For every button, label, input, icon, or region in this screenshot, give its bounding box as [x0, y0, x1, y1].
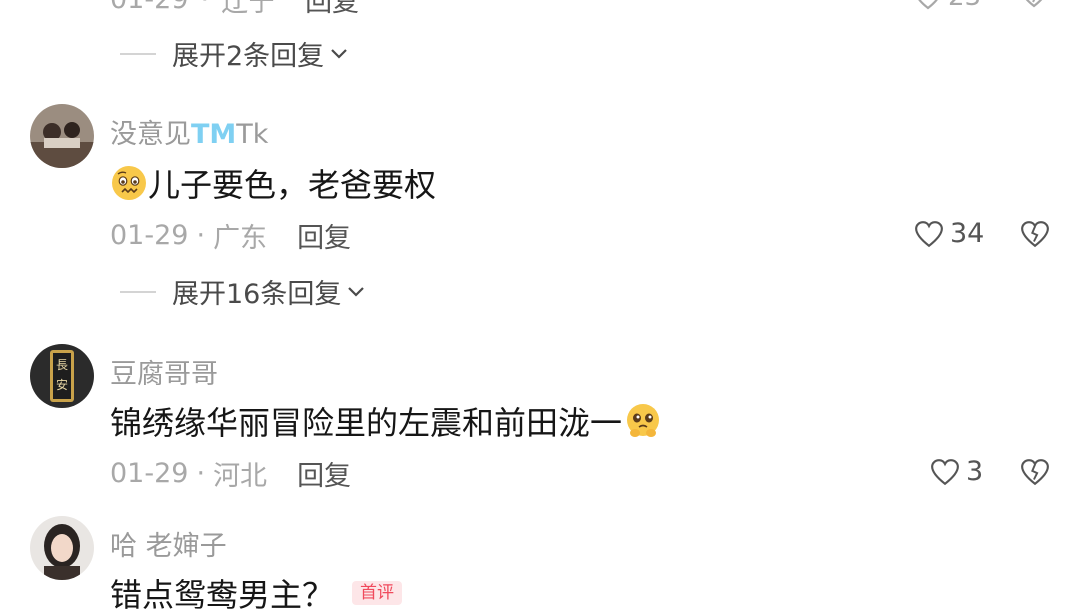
like-button[interactable]: 34 — [914, 218, 984, 249]
avatar-image — [30, 104, 94, 168]
broken-heart-icon — [1021, 221, 1049, 248]
avatar-image — [30, 516, 94, 580]
comment-location: 广东 — [213, 223, 268, 254]
first-comment-badge: 首评 — [352, 580, 403, 606]
dislike-button[interactable] — [1020, 0, 1048, 12]
comment-text: 锦绣缘华丽冒险里的左震和前田泷一 — [110, 398, 662, 444]
pleading-face-emoji — [627, 404, 660, 437]
comment-location: 河北 — [213, 461, 268, 492]
worried-face-emoji — [112, 166, 146, 200]
username[interactable]: 豆腐哥哥 — [110, 352, 218, 391]
avatar[interactable]: 長安 — [30, 344, 94, 408]
dislike-button[interactable] — [1020, 458, 1050, 490]
reply-button[interactable]: 回复 — [305, 0, 359, 19]
expand-replies-button[interactable]: 展开2条回复 — [120, 34, 348, 73]
like-button[interactable]: 23 — [914, 0, 981, 12]
heart-icon — [931, 458, 959, 485]
divider — [120, 290, 156, 293]
comment-location: 辽宁 — [221, 0, 276, 18]
comment-date: 01-29 — [110, 0, 188, 15]
comment-date: 01-29 — [110, 220, 189, 251]
comment-text: 儿子要色，老爸要权 — [110, 160, 436, 206]
chevron-down-icon — [331, 48, 347, 59]
heart-icon — [918, 0, 938, 10]
username[interactable]: 没意见TMTk — [110, 112, 268, 151]
comment-meta: 01-29 · 河北 回复 — [110, 454, 351, 493]
comment-text: 错点鸳鸯男主？ 首评 — [110, 570, 403, 616]
divider — [120, 52, 156, 55]
like-count: 23 — [948, 0, 981, 12]
avatar[interactable] — [30, 104, 94, 168]
reply-button[interactable]: 回复 — [297, 454, 351, 493]
chevron-down-icon — [348, 286, 365, 297]
expand-replies-label: 展开2条回复 — [172, 41, 325, 72]
like-count: 34 — [950, 218, 985, 249]
broken-heart-icon — [1025, 0, 1043, 8]
avatar[interactable] — [30, 516, 94, 580]
comment-meta: 01-29 · 广东 回复 — [110, 216, 351, 255]
like-count: 3 — [966, 456, 984, 487]
expand-replies-button[interactable]: 展开16条回复 — [120, 272, 365, 311]
top-comment-meta: 01-29 · 辽宁 回复 — [110, 0, 359, 19]
reply-button[interactable]: 回复 — [297, 216, 351, 255]
like-button[interactable]: 3 — [930, 456, 983, 487]
expand-replies-label: 展开16条回复 — [172, 279, 342, 310]
dislike-button[interactable] — [1020, 220, 1050, 252]
broken-heart-icon — [1021, 459, 1049, 486]
comment-date: 01-29 — [110, 458, 189, 489]
heart-icon — [915, 220, 943, 247]
avatar-text: 長安 — [56, 358, 69, 392]
username[interactable]: 哈 老婶子 — [110, 524, 227, 563]
